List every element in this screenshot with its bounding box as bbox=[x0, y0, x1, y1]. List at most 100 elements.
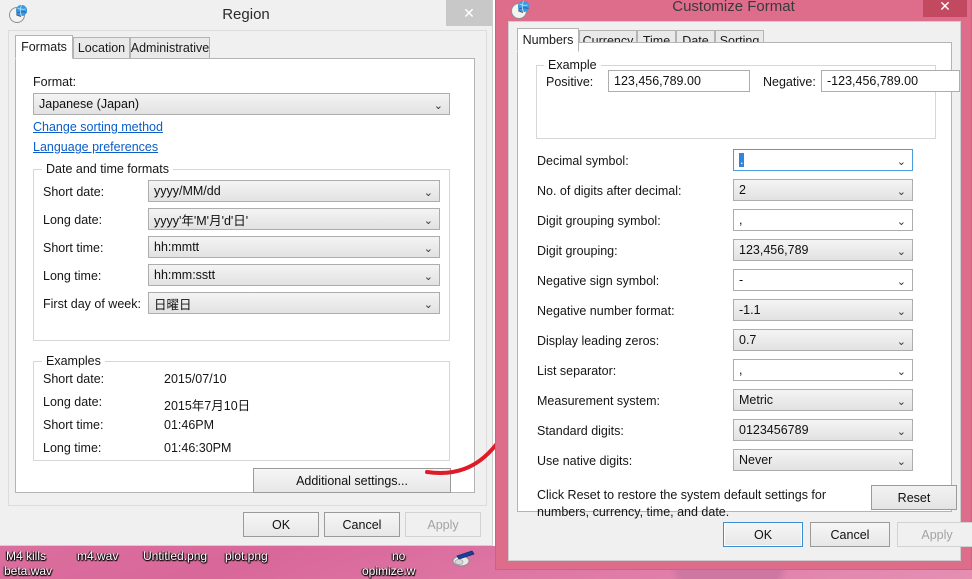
region-ok-button[interactable]: OK bbox=[243, 512, 319, 537]
change-sorting-method-link[interactable]: Change sorting method bbox=[33, 120, 163, 134]
first-day-of-week-value: 日曜日 bbox=[154, 297, 192, 312]
digit-grouping-label: Digit grouping: bbox=[537, 244, 618, 258]
list-separator-label: List separator: bbox=[537, 364, 617, 378]
negative-example-field[interactable]: -123,456,789.00 bbox=[821, 70, 960, 92]
short-time-value: hh:mmtt bbox=[154, 240, 200, 254]
display-leading-zeros-combobox[interactable]: 0.7 ⌄ bbox=[733, 329, 913, 351]
example-short-time-value: 01:46PM bbox=[164, 418, 215, 432]
digits-after-decimal-label: No. of digits after decimal: bbox=[537, 184, 682, 198]
example-groupbox-title: Example bbox=[544, 58, 601, 72]
example-short-date-label: Short date: bbox=[43, 372, 105, 386]
region-content-area: Formats Location Administrative Format: … bbox=[8, 30, 487, 506]
tab-administrative[interactable]: Administrative bbox=[130, 37, 210, 58]
close-icon[interactable]: ✕ bbox=[923, 0, 967, 17]
first-day-of-week-combobox[interactable]: 日曜日 ⌄ bbox=[148, 292, 440, 314]
chevron-down-icon: ⌄ bbox=[896, 365, 906, 378]
desktop-icon-label[interactable]: opimize.w bbox=[362, 564, 415, 578]
decimal-symbol-label: Decimal symbol: bbox=[537, 154, 629, 168]
additional-settings-button[interactable]: Additional settings... bbox=[253, 468, 451, 493]
standard-digits-combobox[interactable]: 0123456789 ⌄ bbox=[733, 419, 913, 441]
close-icon[interactable]: ✕ bbox=[446, 0, 492, 26]
digits-after-decimal-combobox[interactable]: 2 ⌄ bbox=[733, 179, 913, 201]
negative-sign-symbol-label: Negative sign symbol: bbox=[537, 274, 660, 288]
measurement-system-combobox[interactable]: Metric ⌄ bbox=[733, 389, 913, 411]
chevron-down-icon: ⌄ bbox=[896, 185, 906, 198]
use-native-digits-combobox[interactable]: Never ⌄ bbox=[733, 449, 913, 471]
region-titlebar[interactable]: Region ✕ bbox=[0, 0, 492, 28]
display-leading-zeros-label: Display leading zeros: bbox=[537, 334, 660, 348]
reset-button[interactable]: Reset bbox=[871, 485, 957, 510]
tab-location[interactable]: Location bbox=[73, 37, 130, 58]
desktop-icon-label[interactable]: no bbox=[392, 549, 405, 563]
customize-format-titlebar[interactable]: Customize Format ✕ bbox=[496, 0, 971, 21]
negative-sign-symbol-combobox[interactable]: - ⌄ bbox=[733, 269, 913, 291]
short-date-combobox[interactable]: yyyy/MM/dd ⌄ bbox=[148, 180, 440, 202]
desktop-icon-label[interactable]: m4.wav bbox=[77, 549, 118, 563]
negative-example-value: -123,456,789.00 bbox=[827, 74, 919, 88]
language-preferences-link[interactable]: Language preferences bbox=[33, 140, 158, 154]
negative-number-format-value: -1.1 bbox=[739, 303, 761, 317]
long-date-label: Long date: bbox=[43, 213, 103, 227]
customize-ok-button[interactable]: OK bbox=[723, 522, 803, 547]
example-long-time-label: Long time: bbox=[43, 441, 102, 455]
negative-label: Negative: bbox=[763, 75, 816, 89]
digit-grouping-combobox[interactable]: 123,456,789 ⌄ bbox=[733, 239, 913, 261]
chevron-down-icon: ⌄ bbox=[896, 455, 906, 468]
desktop-icon-label[interactable]: beta.wav bbox=[4, 564, 52, 578]
region-cancel-button[interactable]: Cancel bbox=[324, 512, 400, 537]
datetime-formats-title: Date and time formats bbox=[42, 162, 173, 176]
example-long-date-label: Long date: bbox=[43, 395, 103, 409]
customize-format-window-title: Customize Format bbox=[672, 0, 795, 15]
region-apply-button: Apply bbox=[405, 512, 481, 537]
example-short-date-value: 2015/07/10 bbox=[164, 372, 227, 386]
digit-grouping-value: 123,456,789 bbox=[739, 243, 809, 257]
long-time-value: hh:mm:sstt bbox=[154, 268, 216, 282]
chevron-down-icon: ⌄ bbox=[896, 155, 906, 168]
decimal-symbol-value: . bbox=[739, 153, 745, 167]
chevron-down-icon: ⌄ bbox=[433, 99, 443, 112]
chevron-down-icon: ⌄ bbox=[896, 425, 906, 438]
decimal-symbol-combobox[interactable]: . ⌄ bbox=[733, 149, 913, 171]
region-window-title: Region bbox=[222, 6, 270, 23]
measurement-system-label: Measurement system: bbox=[537, 394, 660, 408]
mouse-tray-icon[interactable] bbox=[450, 548, 476, 568]
chevron-down-icon: ⌄ bbox=[423, 186, 433, 199]
customize-apply-button: Apply bbox=[897, 522, 972, 547]
desktop-icon-label[interactable]: M4 kills bbox=[6, 549, 46, 563]
long-time-label: Long time: bbox=[43, 269, 102, 283]
customize-cancel-button[interactable]: Cancel bbox=[810, 522, 890, 547]
standard-digits-value: 0123456789 bbox=[739, 423, 809, 437]
digit-grouping-symbol-combobox[interactable]: , ⌄ bbox=[733, 209, 913, 231]
chevron-down-icon: ⌄ bbox=[896, 305, 906, 318]
desktop-icon-label[interactable]: Untitled.png bbox=[143, 549, 207, 563]
customize-format-window: Customize Format ✕ Numbers Currency Time… bbox=[495, 0, 972, 570]
chevron-down-icon: ⌄ bbox=[896, 335, 906, 348]
chevron-down-icon: ⌄ bbox=[423, 214, 433, 227]
desktop-icon-label[interactable]: plot.png bbox=[225, 549, 268, 563]
negative-sign-symbol-value: - bbox=[739, 273, 744, 287]
short-date-value: yyyy/MM/dd bbox=[154, 184, 221, 198]
tab-label: Formats bbox=[21, 40, 67, 54]
use-native-digits-label: Use native digits: bbox=[537, 454, 633, 468]
examples-title: Examples bbox=[42, 354, 105, 368]
chevron-down-icon: ⌄ bbox=[896, 275, 906, 288]
positive-example-field[interactable]: 123,456,789.00 bbox=[608, 70, 750, 92]
list-separator-combobox[interactable]: , ⌄ bbox=[733, 359, 913, 381]
measurement-system-value: Metric bbox=[739, 393, 774, 407]
chevron-down-icon: ⌄ bbox=[423, 270, 433, 283]
tab-formats[interactable]: Formats bbox=[15, 35, 73, 59]
long-time-combobox[interactable]: hh:mm:sstt ⌄ bbox=[148, 264, 440, 286]
chevron-down-icon: ⌄ bbox=[896, 215, 906, 228]
chevron-down-icon: ⌄ bbox=[423, 298, 433, 311]
display-leading-zeros-value: 0.7 bbox=[739, 333, 757, 347]
format-combobox[interactable]: Japanese (Japan) ⌄ bbox=[33, 93, 450, 115]
use-native-digits-value: Never bbox=[739, 453, 773, 467]
negative-number-format-combobox[interactable]: -1.1 ⌄ bbox=[733, 299, 913, 321]
tab-label: Administrative bbox=[130, 41, 210, 55]
long-date-combobox[interactable]: yyyy'年'M'月'd'日' ⌄ bbox=[148, 208, 440, 230]
digit-grouping-symbol-value: , bbox=[739, 213, 743, 227]
long-date-value: yyyy'年'M'月'd'日' bbox=[154, 213, 249, 228]
tab-label: Numbers bbox=[522, 33, 574, 47]
tab-numbers[interactable]: Numbers bbox=[517, 28, 579, 52]
short-time-combobox[interactable]: hh:mmtt ⌄ bbox=[148, 236, 440, 258]
